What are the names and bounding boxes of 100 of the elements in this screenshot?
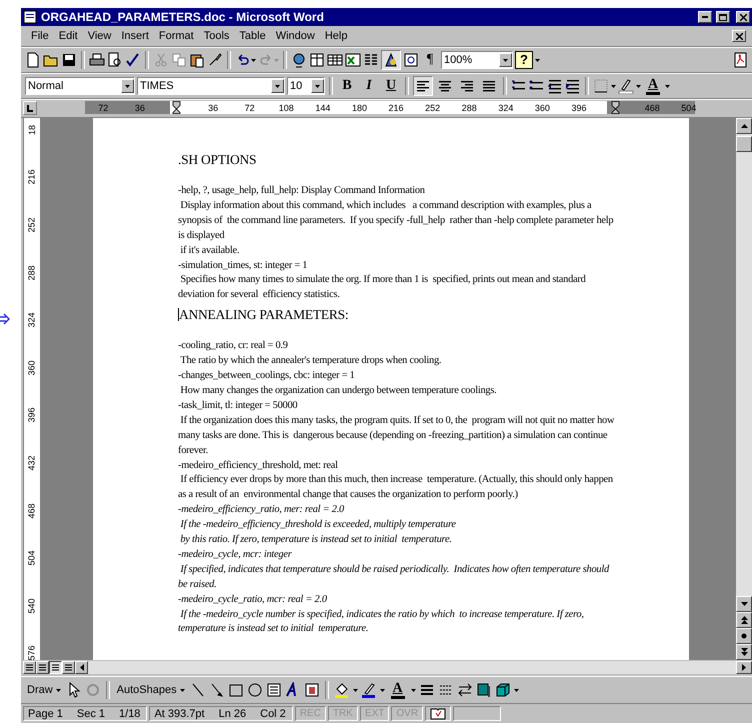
- arrow-style-icon[interactable]: [456, 682, 473, 698]
- outline-view-button[interactable]: [62, 660, 75, 674]
- spreadsheet-icon[interactable]: [345, 52, 361, 68]
- pdf-icon[interactable]: [732, 52, 748, 68]
- menu-item[interactable]: Tools: [200, 29, 234, 43]
- dropdown-arrow-icon[interactable]: [665, 84, 670, 88]
- globe-icon[interactable]: [291, 52, 307, 68]
- paintbrush-icon[interactable]: [207, 52, 223, 68]
- minimize-icon: [702, 16, 708, 18]
- save-icon[interactable]: [61, 52, 77, 68]
- lines-icon: [65, 664, 72, 670]
- dropdown-arrow-icon[interactable]: [352, 688, 358, 692]
- scroll-right-button[interactable]: [736, 660, 752, 674]
- menu-item[interactable]: Table: [235, 29, 270, 43]
- menu-item[interactable]: Format: [154, 29, 198, 43]
- scroll-up-button[interactable]: [736, 118, 752, 134]
- paragraph: -changes_between_coolings, cbc: integer = 1: [178, 369, 356, 384]
- document-page[interactable]: [93, 118, 689, 660]
- font-size-dropdown[interactable]: 10: [287, 77, 325, 95]
- shadow-icon[interactable]: [476, 682, 492, 698]
- clipboard-icon[interactable]: [189, 52, 205, 68]
- horizontal-ruler[interactable]: 72 36 36 72 108 144 180 216 252 288 324 360 396 468 504: [85, 101, 695, 114]
- print-icon[interactable]: [89, 52, 105, 68]
- scrollbar-thumb[interactable]: [736, 136, 752, 152]
- scroll-left-button[interactable]: [75, 660, 88, 674]
- print-preview-icon[interactable]: [107, 52, 123, 68]
- columns-icon[interactable]: [363, 52, 379, 68]
- oval-icon[interactable]: [246, 682, 263, 698]
- double-down-arrow-icon: [740, 648, 748, 656]
- tab-stop-icon[interactable]: [23, 101, 37, 115]
- table-icon[interactable]: [327, 52, 343, 68]
- spelling-check-icon[interactable]: [125, 52, 141, 68]
- arrow-line-icon[interactable]: [208, 682, 225, 698]
- dropdown-arrow-icon[interactable]: [611, 84, 616, 88]
- dropdown-arrow-icon[interactable]: [636, 84, 641, 88]
- highlighter-icon[interactable]: [618, 78, 634, 94]
- rectangle-icon[interactable]: [228, 682, 244, 698]
- menu-item[interactable]: View: [84, 29, 116, 43]
- italic-button[interactable]: I: [359, 76, 379, 96]
- paragraph: -simulation_times, st: integer = 1: [178, 258, 308, 273]
- new-document-icon[interactable]: [25, 52, 41, 68]
- menu-item[interactable]: Window: [272, 29, 319, 43]
- previous-page-button[interactable]: [736, 612, 752, 628]
- clip-art-icon[interactable]: [304, 682, 320, 698]
- draw-menu[interactable]: Draw: [25, 684, 63, 696]
- paragraph: if it's available.: [179, 244, 240, 258]
- menu-item[interactable]: File: [27, 29, 53, 43]
- dropdown-arrow-icon[interactable]: [410, 688, 416, 692]
- autoshapes-menu[interactable]: AutoShapes: [114, 684, 187, 696]
- maximize-button[interactable]: [716, 11, 730, 23]
- paragraph: If the -medeiro_cycle number is specified, indicates the ratio by which to increase temperature. If zero, temperature is instead set to initial temperature.: [178, 608, 585, 636]
- line-color-icon[interactable]: [360, 682, 377, 698]
- increase-indent-icon[interactable]: [565, 78, 581, 94]
- ruler-number: 396: [572, 102, 587, 112]
- underline-button[interactable]: U: [381, 76, 401, 96]
- menu-item[interactable]: Insert: [117, 29, 153, 43]
- browse-object-button[interactable]: [736, 628, 752, 644]
- font-color-button[interactable]: A: [643, 78, 663, 94]
- next-page-button[interactable]: [736, 644, 752, 660]
- help-button[interactable]: ?: [515, 51, 533, 69]
- menu-item[interactable]: Edit: [54, 29, 82, 43]
- book-check-icon: [430, 708, 446, 720]
- 3d-box-icon[interactable]: [494, 682, 511, 698]
- font-dropdown[interactable]: TIMES: [137, 77, 285, 95]
- close-button[interactable]: [736, 11, 750, 23]
- menu-item[interactable]: Help: [320, 29, 352, 43]
- paragraph: How many changes the organization can undergo between temperature coolings.: [179, 384, 498, 398]
- paragraph: -medeiro_cycle_ratio, mcr: real = 2.0: [178, 592, 328, 607]
- scroll-down-button[interactable]: [736, 596, 752, 612]
- lines-icon: [39, 664, 46, 670]
- close-icon: [736, 32, 742, 40]
- dropdown-arrow-icon[interactable]: [251, 58, 256, 62]
- text-box-icon[interactable]: [266, 682, 282, 698]
- align-left-icon[interactable]: [413, 76, 433, 96]
- web-layout-button[interactable]: [36, 660, 49, 674]
- dropdown-arrow-icon[interactable]: [514, 688, 519, 692]
- normal-view-button[interactable]: [23, 660, 36, 674]
- dropdown-arrow-icon[interactable]: [380, 688, 385, 692]
- indent-marker-icon[interactable]: [172, 101, 181, 114]
- document-map-icon[interactable]: [403, 52, 419, 68]
- font-color-button[interactable]: A: [388, 682, 408, 698]
- line-style-icon[interactable]: [418, 682, 435, 698]
- fill-bucket-icon[interactable]: [334, 682, 350, 698]
- drawing-button[interactable]: [381, 50, 401, 70]
- dropdown-arrow-icon[interactable]: [535, 58, 540, 62]
- style-dropdown[interactable]: Normal: [25, 77, 135, 95]
- show-formatting-button[interactable]: ¶: [421, 50, 439, 70]
- bold-button[interactable]: B: [337, 76, 357, 96]
- zoom-dropdown[interactable]: 100%: [441, 51, 513, 69]
- table-pencil-icon[interactable]: [309, 52, 325, 68]
- decrease-indent-icon[interactable]: [547, 78, 563, 94]
- spelling-status[interactable]: [425, 706, 452, 721]
- close-document-button[interactable]: [732, 30, 746, 42]
- print-layout-button[interactable]: [49, 660, 62, 674]
- indent-marker-icon[interactable]: [611, 101, 620, 114]
- line-icon[interactable]: [190, 682, 206, 698]
- minimize-button[interactable]: [698, 11, 712, 23]
- document-icon[interactable]: [23, 10, 37, 24]
- ruler-number: 504: [27, 550, 37, 566]
- border-icon[interactable]: [593, 78, 609, 94]
